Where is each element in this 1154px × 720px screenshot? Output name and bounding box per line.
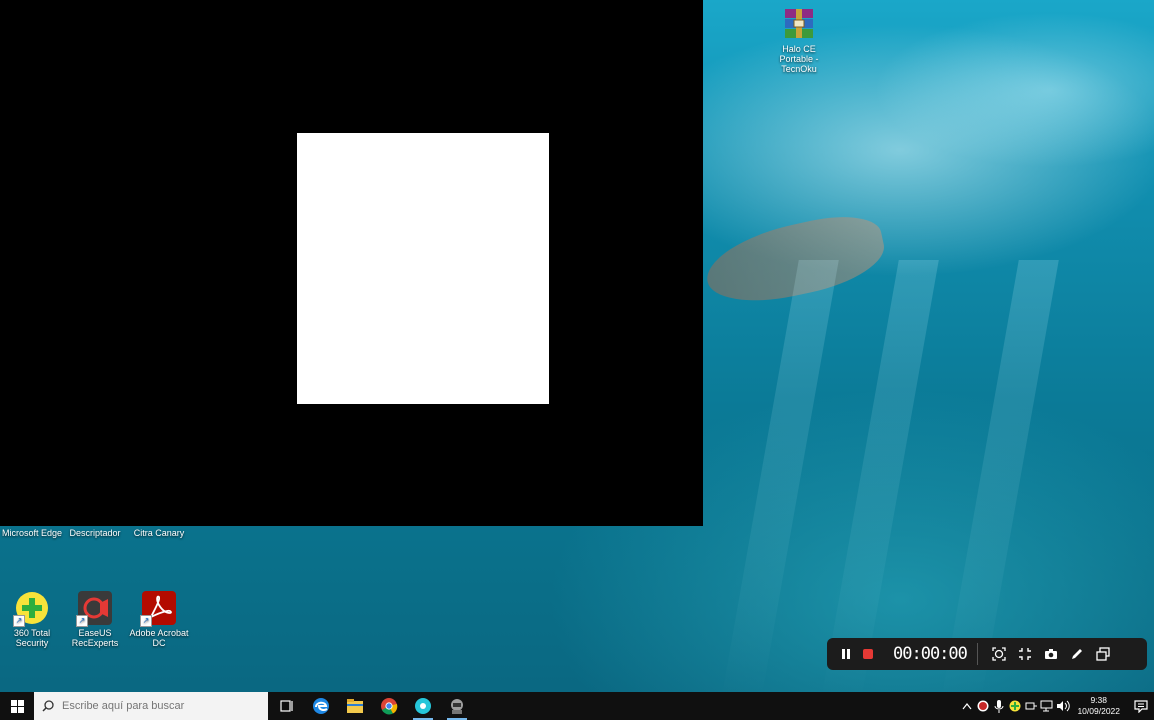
notification-icon (1134, 699, 1148, 713)
tray-network[interactable] (1039, 692, 1055, 720)
shield-icon (977, 700, 989, 712)
divider (976, 643, 978, 665)
clock-date: 10/09/2022 (1077, 706, 1120, 716)
shortcut-arrow-icon: ↗ (140, 615, 152, 627)
desktop-icon-easeus-recexperts[interactable]: ↗ EaseUS RecExperts (63, 591, 127, 648)
desktop-icon-360-total-security[interactable]: ↗ 360 Total Security (0, 591, 64, 648)
security-plus-icon (1009, 700, 1021, 712)
network-icon (1040, 700, 1053, 712)
task-view-button[interactable] (270, 692, 304, 720)
task-view-icon (280, 700, 293, 712)
desktop-icon-adobe-acrobat[interactable]: ↗ Adobe Acrobat DC (127, 591, 191, 648)
security-plus-icon: ↗ (13, 591, 49, 627)
shrink-button[interactable] (1014, 643, 1036, 665)
taskbar-game[interactable] (440, 692, 474, 720)
desktop-icon-label: Citra Canary (133, 528, 185, 538)
app-window[interactable] (0, 0, 703, 526)
annotate-button[interactable] (1066, 643, 1088, 665)
desktop-icon-halo[interactable]: Halo CE Portable - TecnOku (767, 7, 831, 74)
light-ray (941, 260, 1059, 700)
taskbar-file-explorer[interactable] (338, 692, 372, 720)
recorder-toolbar: 00:00:00 (827, 638, 1147, 670)
shortcut-arrow-icon: ↗ (13, 615, 25, 627)
light-ray (721, 260, 839, 700)
notification-center-button[interactable] (1128, 692, 1154, 720)
region-button[interactable] (988, 643, 1010, 665)
recording-timer: 00:00:00 (893, 644, 968, 664)
chrome-icon (381, 698, 398, 715)
recorder-app-icon (415, 698, 431, 714)
taskbar-search[interactable] (34, 692, 268, 720)
tray-360[interactable] (1007, 692, 1023, 720)
camera-icon (1044, 649, 1057, 659)
chevron-up-icon (962, 703, 972, 710)
microphone-icon (994, 699, 1004, 713)
taskbar-chrome[interactable] (372, 692, 406, 720)
taskbar-edge[interactable] (304, 692, 338, 720)
game-icon (451, 699, 463, 714)
recorder-app-icon: ↗ (76, 591, 112, 627)
desktop-icon-label: 360 Total Security (13, 628, 51, 648)
taskbar: 9:38 10/09/2022 (0, 692, 1154, 720)
stop-button[interactable] (857, 643, 879, 665)
system-tray: 9:38 10/09/2022 (959, 692, 1154, 720)
start-button[interactable] (0, 692, 34, 720)
search-icon (42, 700, 54, 712)
volume-icon (1057, 700, 1071, 712)
tray-security[interactable] (975, 692, 991, 720)
taskbar-easeus-recexperts[interactable] (406, 692, 440, 720)
tray-microphone[interactable] (991, 692, 1007, 720)
pen-icon (1071, 649, 1082, 659)
desktop-icon-label: Halo CE Portable - TecnOku (779, 44, 819, 74)
usb-icon (1025, 702, 1038, 710)
tray-volume[interactable] (1055, 692, 1071, 720)
desktop-icon-label: Microsoft Edge (1, 528, 63, 538)
tray-usb[interactable] (1023, 692, 1039, 720)
window-icon (1096, 647, 1110, 661)
taskbar-clock[interactable]: 9:38 10/09/2022 (1077, 695, 1120, 717)
windows-logo-icon (10, 699, 24, 713)
pause-icon (842, 649, 850, 659)
clock-time: 9:38 (1090, 695, 1107, 705)
search-input[interactable] (60, 699, 254, 713)
stop-icon (863, 649, 873, 659)
desktop-icon-label: Descriptador (69, 528, 121, 538)
desktop-icon-label: EaseUS RecExperts (71, 628, 119, 648)
screenshot-button[interactable] (1040, 643, 1062, 665)
desktop-icon-label: Adobe Acrobat DC (129, 628, 189, 648)
light-ray (821, 260, 939, 700)
pause-button[interactable] (835, 643, 857, 665)
window-button[interactable] (1092, 643, 1114, 665)
folder-icon (347, 699, 363, 713)
edge-icon (313, 698, 329, 714)
shortcut-arrow-icon: ↗ (76, 615, 88, 627)
tray-overflow-button[interactable] (959, 692, 975, 720)
region-icon (992, 647, 1006, 661)
acrobat-icon: ↗ (140, 591, 176, 627)
winrar-icon (782, 7, 816, 41)
shrink-icon (1018, 648, 1031, 660)
white-canvas (297, 133, 549, 404)
